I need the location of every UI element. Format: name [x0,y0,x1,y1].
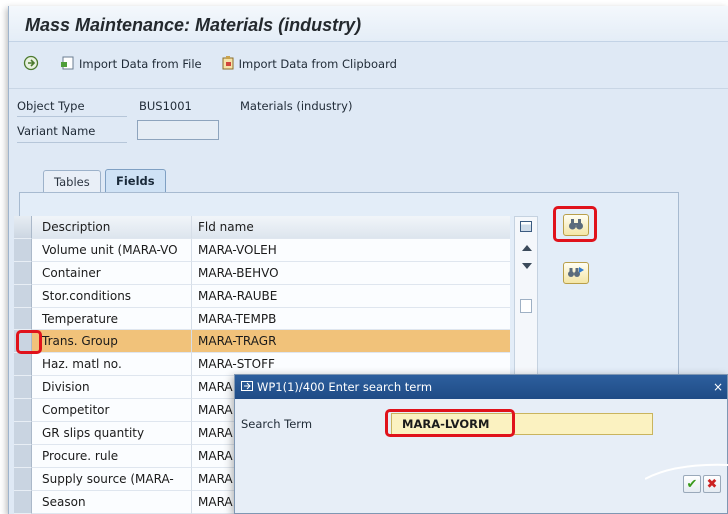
table-row[interactable]: Container MARA-BEHVO [14,261,510,285]
table-row[interactable]: Haz. matl no. MARA-STOFF [14,353,510,377]
variant-name-label: Variant Name [17,124,96,138]
cell-field-name: MARA-RAUBE [192,284,510,308]
row-selector[interactable] [14,284,32,308]
dialog-title: WP1(1)/400 Enter search term [257,380,433,394]
scroll-down-arrow[interactable] [522,263,532,269]
import-file-label: Import Data from File [79,57,202,71]
application-toolbar: Import Data from File Import Data from C… [9,52,728,76]
cell-field-name: MARA-STOFF [192,353,510,377]
cell-description: Container [32,261,192,285]
table-settings-icon[interactable] [520,221,532,232]
row-selector[interactable] [14,376,32,400]
row-selector[interactable] [14,399,32,423]
object-type-description: Materials (industry) [240,99,353,113]
tab-tables[interactable]: Tables [43,170,101,192]
scroll-thumb[interactable] [520,299,532,313]
cell-field-name: MARA-TEMPB [192,307,510,331]
cell-description: Procure. rule [32,444,192,468]
find-next-button[interactable] [563,262,589,284]
execute-icon [23,55,39,74]
table-row[interactable]: Volume unit (MARA-VO MARA-VOLEH [14,238,510,262]
cell-description: GR slips quantity [32,422,192,445]
table-header: Description Fld name [14,216,510,239]
variant-name-input[interactable] [137,120,219,140]
object-type-label: Object Type [17,99,85,113]
cell-description: Season [32,490,192,514]
column-header-description[interactable]: Description [32,216,192,239]
cell-field-name: MARA-BEHVO [192,261,510,285]
cancel-button[interactable]: ✖ [703,475,721,493]
table-row-selected[interactable]: Trans. Group MARA-TRAGR [14,330,510,354]
cell-field-name: MARA-VOLEH [192,238,510,262]
execute-button[interactable] [23,55,42,74]
highlight-box-row-selector [16,330,42,354]
row-selector[interactable] [14,238,32,262]
label-underline [17,116,127,117]
import-file-icon [60,55,76,74]
cell-description: Volume unit (MARA-VO [32,238,192,262]
tab-fields-label: Fields [116,174,155,188]
select-all-cell[interactable] [14,216,32,239]
dialog-title-bar: WP1(1)/400 Enter search term × [235,375,727,399]
object-type-value: BUS1001 [139,99,192,113]
row-selector[interactable] [14,490,32,514]
scroll-up-arrow[interactable] [522,245,532,251]
find-next-icon [567,265,585,282]
label-underline [17,142,127,143]
cell-description: Stor.conditions [32,284,192,308]
cell-description: Division [32,376,192,400]
import-clipboard-button[interactable]: Import Data from Clipboard [220,55,397,74]
dialog-icon [241,375,253,399]
table-row[interactable]: Temperature MARA-TEMPB [14,307,510,331]
cell-description: Trans. Group [32,330,192,354]
tab-fields[interactable]: Fields [105,169,166,193]
row-selector[interactable] [14,353,32,377]
cell-description: Supply source (MARA- [32,467,192,491]
window-title: Mass Maintenance: Materials (industry) [25,15,362,35]
row-selector[interactable] [14,422,32,445]
row-selector[interactable] [14,307,32,331]
confirm-button[interactable]: ✔ [683,475,701,493]
import-clipboard-label: Import Data from Clipboard [238,57,397,71]
clipboard-icon [220,55,236,74]
row-selector[interactable] [14,467,32,491]
table-row[interactable]: Stor.conditions MARA-RAUBE [14,284,510,308]
row-selector[interactable] [14,261,32,285]
import-file-button[interactable]: Import Data from File [60,55,202,74]
column-header-field-name[interactable]: Fld name [192,216,510,239]
highlight-box-find-button [553,206,597,242]
highlight-box-search-term [385,409,515,437]
cell-field-name: MARA-TRAGR [192,330,510,354]
cell-description: Temperature [32,307,192,331]
cell-description: Haz. matl no. [32,353,192,377]
search-dialog: WP1(1)/400 Enter search term × Search Te… [234,374,728,514]
divider [9,88,728,89]
dialog-close-icon[interactable]: × [713,375,723,399]
tab-tables-label: Tables [54,175,90,189]
title-bar: Mass Maintenance: Materials (industry) [9,6,728,42]
cell-description: Competitor [32,399,192,423]
search-term-label: Search Term [241,417,313,431]
row-selector[interactable] [14,444,32,468]
